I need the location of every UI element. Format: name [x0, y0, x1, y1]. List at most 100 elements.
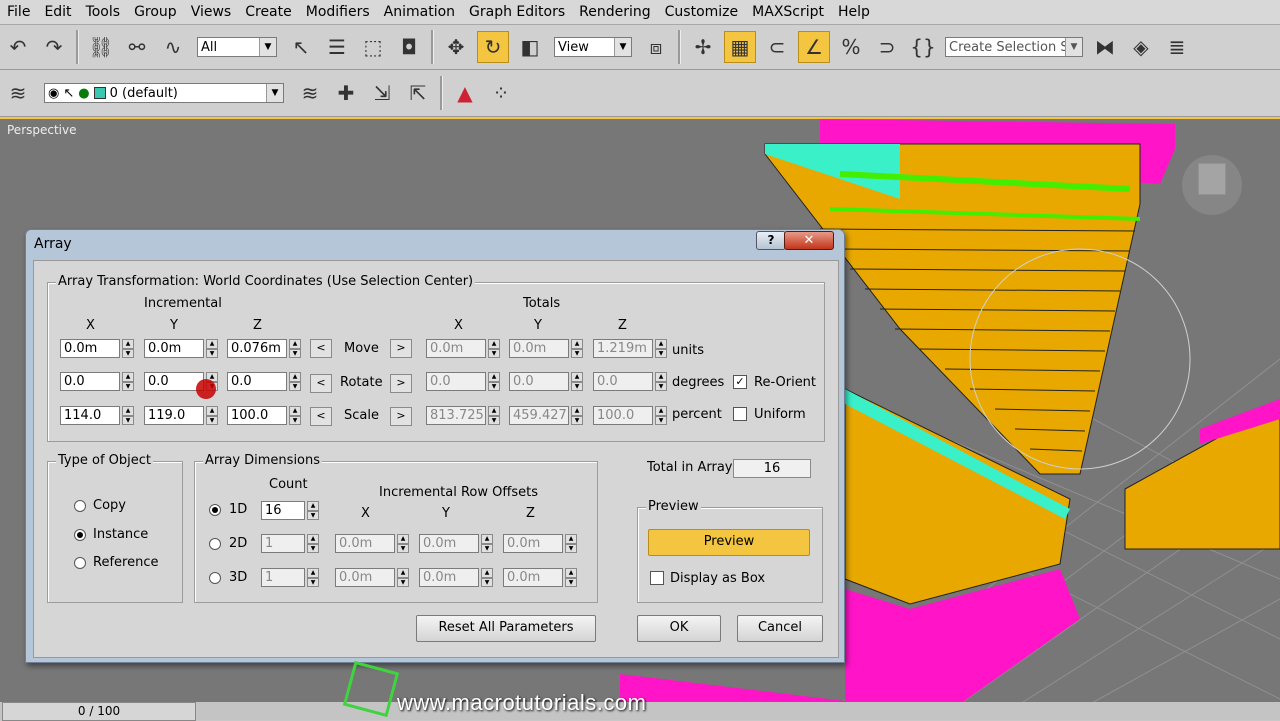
- spinner-arrows[interactable]: ▲▼: [122, 339, 134, 358]
- dim-3d-count-field[interactable]: 1: [261, 568, 305, 587]
- move-inc-y-spinner[interactable]: 0.0m ▲ ▼: [144, 339, 218, 358]
- rotate-inc-y-field[interactable]: 0.0: [144, 372, 204, 391]
- scale-inc-z-spinner[interactable]: 100.0 ▲ ▼: [227, 406, 301, 425]
- scale-inc-x-field[interactable]: 114.0: [60, 406, 120, 425]
- scale-tot-x-field[interactable]: 813.725: [426, 406, 486, 425]
- spinner-arrows[interactable]: ▲▼: [122, 406, 134, 425]
- scale-tot-y-spinner[interactable]: 459.427 ▲ ▼: [509, 406, 583, 425]
- angle-snap-icon[interactable]: ∠: [798, 31, 830, 63]
- window-crossing-icon[interactable]: ◘: [394, 32, 424, 62]
- dim-2d-offset-x-spinner[interactable]: 0.0m ▲ ▼: [335, 534, 409, 553]
- move-arrow-right-button[interactable]: >: [390, 339, 412, 358]
- teapot-icon[interactable]: ●: [78, 86, 89, 101]
- menu-views[interactable]: Views: [184, 4, 239, 20]
- select-by-name-icon[interactable]: ☰: [322, 32, 352, 62]
- move-inc-z-field[interactable]: 0.076m: [227, 339, 287, 358]
- rotate-inc-x-field[interactable]: 0.0: [60, 372, 120, 391]
- scale-tot-y-field[interactable]: 459.427: [509, 406, 569, 425]
- percent-snap-icon[interactable]: %: [836, 32, 866, 62]
- rotate-tot-x-spinner[interactable]: 0.0 ▲ ▼: [426, 372, 500, 391]
- manipulate-icon[interactable]: ✢: [688, 32, 718, 62]
- reference-radio[interactable]: [74, 557, 86, 569]
- scale-inc-y-spinner[interactable]: 119.0 ▲ ▼: [144, 406, 218, 425]
- unlink-icon[interactable]: ⚯: [122, 32, 152, 62]
- eye-icon[interactable]: ◉: [48, 86, 59, 101]
- uniform-checkbox[interactable]: [733, 407, 747, 421]
- dim-3d-offset-x-spinner[interactable]: 0.0m ▲ ▼: [335, 568, 409, 587]
- set-current-layer-icon[interactable]: ⇱: [403, 78, 433, 108]
- menu-file[interactable]: File: [0, 4, 37, 20]
- spinner-arrows[interactable]: ▲▼: [307, 501, 319, 520]
- move-inc-z-spinner[interactable]: 0.076m ▲ ▼: [227, 339, 301, 358]
- move-tot-y-field[interactable]: 0.0m: [509, 339, 569, 358]
- scale-tot-z-spinner[interactable]: 100.0 ▲ ▼: [593, 406, 667, 425]
- rotate-inc-z-spinner[interactable]: 0.0 ▲ ▼: [227, 372, 301, 391]
- layer-manager-icon[interactable]: ≣: [1162, 32, 1192, 62]
- close-button[interactable]: ✕: [784, 231, 834, 250]
- layer-color-swatch[interactable]: [93, 87, 106, 99]
- dim-3d-offset-z-spinner[interactable]: 0.0m ▲ ▼: [503, 568, 577, 587]
- viewcube-icon[interactable]: [1182, 155, 1242, 215]
- dim-2d-count-spinner[interactable]: 1 ▲ ▼: [261, 534, 319, 553]
- scale-inc-y-field[interactable]: 119.0: [144, 406, 204, 425]
- rotate-tot-y-spinner[interactable]: 0.0 ▲ ▼: [509, 372, 583, 391]
- rotate-tot-z-spinner[interactable]: 0.0 ▲ ▼: [593, 372, 667, 391]
- spinner-arrows[interactable]: ▲▼: [565, 534, 577, 553]
- dim-2d-offset-z-spinner[interactable]: 0.0m ▲ ▼: [503, 534, 577, 553]
- rotate-arrow-left-button[interactable]: <: [310, 374, 332, 393]
- spinner-arrows[interactable]: ▲▼: [122, 372, 134, 391]
- move-arrow-left-button[interactable]: <: [310, 339, 332, 358]
- spinner-arrows[interactable]: ▲▼: [289, 339, 301, 358]
- spinner-arrows[interactable]: ▲▼: [571, 339, 583, 358]
- dim-2d-offset-z-field[interactable]: 0.0m: [503, 534, 563, 553]
- menu-help[interactable]: Help: [831, 4, 877, 20]
- redo-icon[interactable]: ↷: [39, 32, 69, 62]
- menu-maxscript[interactable]: MAXScript: [745, 4, 831, 20]
- move-inc-y-field[interactable]: 0.0m: [144, 339, 204, 358]
- move-icon[interactable]: ✥: [441, 32, 471, 62]
- keyboard-shortcut-override-icon[interactable]: ▦: [724, 31, 756, 63]
- dim-2d-offset-x-field[interactable]: 0.0m: [335, 534, 395, 553]
- spinner-arrows[interactable]: ▲▼: [565, 568, 577, 587]
- spinner-arrows[interactable]: ▲▼: [655, 406, 667, 425]
- rotate-arrow-right-button[interactable]: >: [390, 374, 412, 393]
- bind-space-warp-icon[interactable]: ∿: [158, 32, 188, 62]
- dim-1d-count-spinner[interactable]: 16 ▲ ▼: [261, 501, 319, 520]
- spinner-arrows[interactable]: ▲▼: [655, 339, 667, 358]
- scale-arrow-left-button[interactable]: <: [310, 407, 332, 426]
- spinner-arrows[interactable]: ▲▼: [307, 534, 319, 553]
- rotate-inc-z-field[interactable]: 0.0: [227, 372, 287, 391]
- dim-3d-offset-z-field[interactable]: 0.0m: [503, 568, 563, 587]
- mirror-icon[interactable]: ⧓: [1090, 32, 1120, 62]
- spinner-arrows[interactable]: ▲▼: [481, 534, 493, 553]
- move-tot-z-spinner[interactable]: 1.219m ▲ ▼: [593, 339, 667, 358]
- reorient-checkbox[interactable]: ✓: [733, 375, 747, 389]
- spacing-tool-icon[interactable]: ⁘: [486, 78, 516, 108]
- spinner-arrows[interactable]: ▲▼: [571, 406, 583, 425]
- create-layer-icon[interactable]: ≋: [295, 78, 325, 108]
- spinner-arrows[interactable]: ▲▼: [397, 568, 409, 587]
- move-tot-y-spinner[interactable]: 0.0m ▲ ▼: [509, 339, 583, 358]
- cursor-icon[interactable]: ↖: [63, 86, 74, 101]
- dim-3d-radio[interactable]: [209, 572, 221, 584]
- scale-icon[interactable]: ◧: [515, 32, 545, 62]
- spinner-arrows[interactable]: ▲▼: [571, 372, 583, 391]
- current-layer-dropdown[interactable]: ◉ ↖ ● 0 (default) ▼: [44, 83, 284, 103]
- select-link-icon[interactable]: ⛓: [86, 32, 116, 62]
- spinner-arrows[interactable]: ▲▼: [397, 534, 409, 553]
- reset-all-parameters-button[interactable]: Reset All Parameters: [416, 615, 596, 642]
- spinner-arrows[interactable]: ▲▼: [206, 406, 218, 425]
- menu-group[interactable]: Group: [127, 4, 184, 20]
- rotate-tot-z-field[interactable]: 0.0: [593, 372, 653, 391]
- move-inc-x-field[interactable]: 0.0m: [60, 339, 120, 358]
- menu-animation[interactable]: Animation: [377, 4, 462, 20]
- move-inc-x-spinner[interactable]: 0.0m ▲ ▼: [60, 339, 134, 358]
- align-icon[interactable]: ◈: [1126, 32, 1156, 62]
- scale-inc-x-spinner[interactable]: 114.0 ▲ ▼: [60, 406, 134, 425]
- menu-customize[interactable]: Customize: [658, 4, 746, 20]
- help-button[interactable]: ?: [756, 231, 786, 250]
- array-icon[interactable]: ▲: [450, 78, 480, 108]
- scale-inc-z-field[interactable]: 100.0: [227, 406, 287, 425]
- select-in-layer-icon[interactable]: ⇲: [367, 78, 397, 108]
- spinner-arrows[interactable]: ▲▼: [289, 372, 301, 391]
